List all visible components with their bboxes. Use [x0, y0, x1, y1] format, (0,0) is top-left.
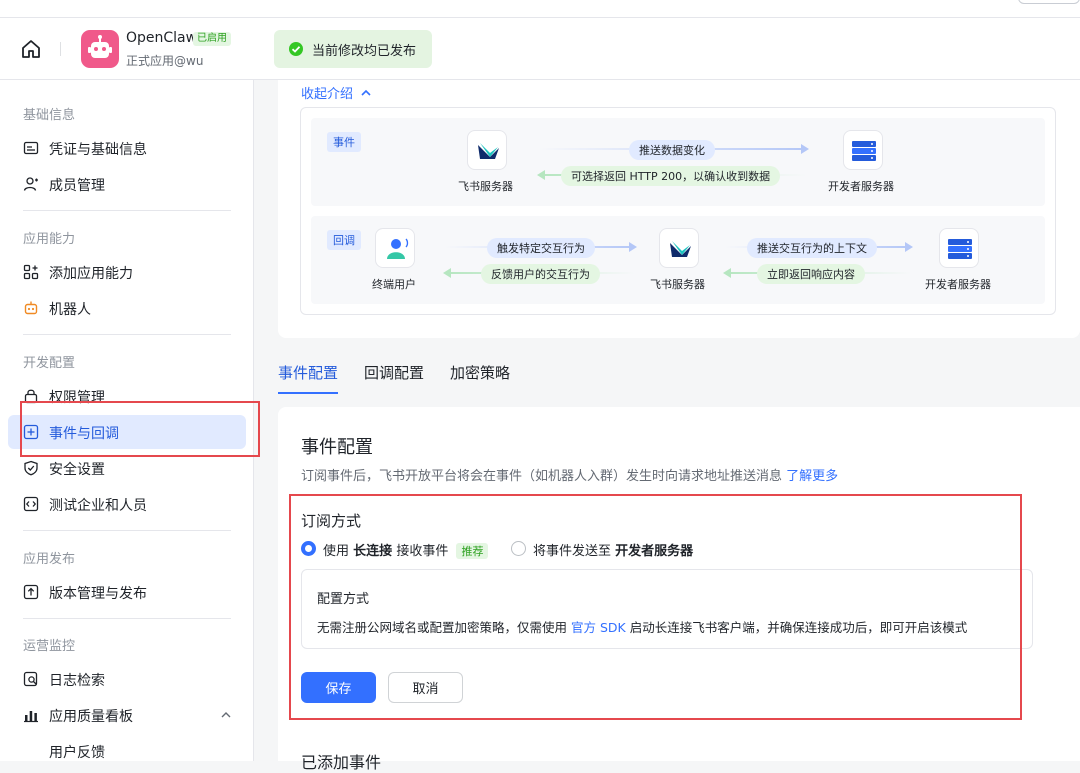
sidebar-item-label: 添加应用能力	[49, 266, 133, 282]
sidebar-section-title: 应用发布	[23, 552, 76, 567]
return-label: 可选择返回 HTTP 200，以确认收到数据	[561, 166, 781, 186]
sidebar-item-robot[interactable]: 机器人	[8, 291, 246, 325]
grid-add-icon	[23, 264, 39, 280]
tab-event-config[interactable]: 事件配置	[278, 362, 338, 383]
sidebar-item-log-search[interactable]: 日志检索	[8, 662, 246, 696]
app-header: OpenClaw 已启用 正式应用@wu 当前修改均已发布	[0, 18, 1080, 80]
upload-icon	[23, 584, 39, 600]
feishu-logo-icon	[467, 130, 507, 170]
push-label: 推送数据变化	[629, 140, 715, 160]
top-strip	[0, 0, 1080, 18]
publish-toast: 当前修改均已发布	[274, 30, 432, 68]
active-tab-indicator	[278, 392, 338, 394]
sidebar-item-label: 日志检索	[49, 673, 105, 689]
sidebar-divider	[23, 530, 231, 531]
server-icon	[939, 228, 979, 268]
event-flow-diagram: 事件 飞书服务器 推送数据变化 可选择返回 HTTP 200，以确认收到数据 开…	[300, 107, 1056, 315]
collapse-intro-link[interactable]: 收起介绍	[301, 83, 372, 102]
app-subtitle: 正式应用@wu	[126, 54, 204, 68]
node-label: 飞书服务器	[650, 278, 705, 291]
added-events-title: 已添加事件	[301, 753, 382, 772]
toast-text: 当前修改均已发布	[312, 44, 417, 59]
feishu-logo-icon	[659, 228, 699, 268]
app-name: OpenClaw	[126, 30, 198, 46]
sidebar-item-label: 应用质量看板	[49, 709, 133, 725]
panel-description-text: 订阅事件后，飞书开放平台将会在事件（如机器人入群）发生时向请求地址推送消息	[301, 469, 783, 484]
config-tabs: 事件配置 回调配置 加密策略	[278, 350, 1080, 396]
sidebar-item-members[interactable]: 成员管理	[8, 167, 246, 201]
sidebar-section-title: 基础信息	[23, 108, 76, 123]
sidebar-item-label: 安全设置	[49, 462, 105, 478]
home-icon[interactable]	[18, 36, 44, 62]
sidebar-section-title: 开发配置	[23, 356, 76, 371]
event-tag: 事件	[327, 132, 361, 152]
end-user-icon	[375, 228, 415, 268]
learn-more-link[interactable]: 了解更多	[786, 469, 838, 484]
sidebar-divider	[23, 334, 231, 335]
feedback-label: 反馈用户的交互行为	[481, 264, 600, 284]
check-circle-icon	[289, 42, 303, 56]
shield-icon	[24, 460, 38, 476]
sidebar-item-label: 凭证与基础信息	[49, 142, 147, 158]
header-divider	[60, 42, 61, 56]
event-lane: 事件 飞书服务器 推送数据变化 可选择返回 HTTP 200，以确认收到数据 开…	[311, 118, 1045, 206]
chevron-up-icon[interactable]	[220, 710, 232, 720]
highlight-box	[289, 494, 1022, 720]
user-add-icon	[23, 177, 38, 191]
chart-icon	[24, 711, 38, 723]
collapse-intro-label: 收起介绍	[301, 87, 354, 102]
sidebar-item-add-capability[interactable]: 添加应用能力	[8, 255, 246, 289]
sidebar-section-title: 应用能力	[23, 232, 76, 247]
chevron-up-icon	[361, 89, 371, 96]
callback-lane: 回调 终端用户 触发特定交互行为 反馈用户的交互行为 飞书服务器 推送交互行为的…	[311, 216, 1045, 304]
callback-tag: 回调	[327, 230, 361, 250]
sidebar-item-label: 用户反馈	[49, 745, 105, 761]
tab-encryption[interactable]: 加密策略	[450, 362, 510, 383]
node-label: 开发者服务器	[925, 278, 991, 291]
panel-description: 订阅事件后，飞书开放平台将会在事件（如机器人入群）发生时向请求地址推送消息 了解…	[301, 465, 838, 484]
sidebar-item-label: 机器人	[49, 302, 91, 318]
top-right-button[interactable]	[1018, 0, 1080, 4]
highlight-box	[20, 401, 260, 457]
sidebar-divider	[23, 618, 231, 619]
sidebar-item-label: 测试企业和人员	[49, 498, 147, 514]
trigger-label: 触发特定交互行为	[487, 238, 595, 258]
node-label: 终端用户	[372, 278, 416, 291]
push-context-label: 推送交互行为的上下文	[747, 238, 877, 258]
tab-callback-config[interactable]: 回调配置	[364, 362, 424, 383]
sidebar-item-label: 版本管理与发布	[49, 586, 147, 602]
sidebar-item-test-enterprise[interactable]: 测试企业和人员	[8, 487, 246, 521]
robot-icon	[24, 301, 38, 315]
sidebar-item-quality-dashboard[interactable]: 应用质量看板	[8, 698, 246, 732]
response-label: 立即返回响应内容	[757, 264, 865, 284]
app-logo	[81, 30, 119, 68]
sidebar-item-version-release[interactable]: 版本管理与发布	[8, 575, 246, 609]
panel-title: 事件配置	[301, 437, 373, 458]
sidebar-divider	[23, 210, 231, 211]
sidebar-item-credentials[interactable]: 凭证与基础信息	[8, 131, 246, 165]
code-icon	[23, 496, 39, 512]
sidebar-item-label: 成员管理	[49, 178, 105, 194]
log-search-icon	[23, 671, 38, 687]
id-card-icon	[23, 141, 39, 155]
server-icon	[843, 130, 883, 170]
node-label: 开发者服务器	[828, 180, 894, 193]
app-status-badge: 已启用	[193, 32, 231, 46]
sidebar-section-title: 运营监控	[23, 639, 76, 654]
node-label: 飞书服务器	[458, 180, 513, 193]
sidebar-item-user-feedback[interactable]: 用户反馈	[8, 734, 246, 768]
